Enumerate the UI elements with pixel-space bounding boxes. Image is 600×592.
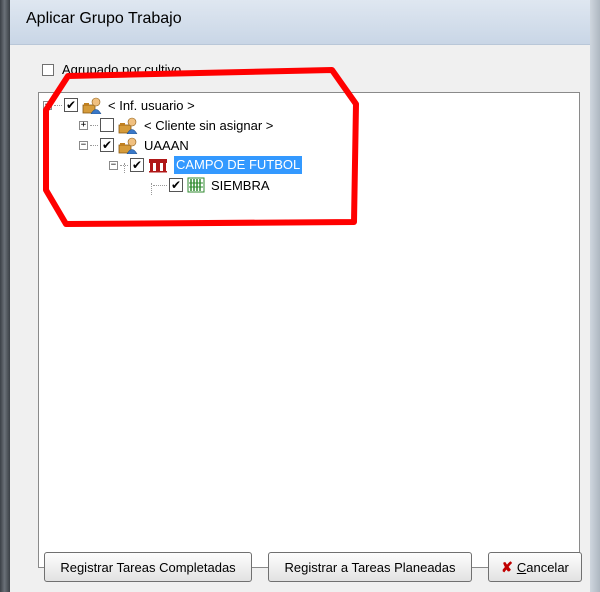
tree-node-label: < Inf. usuario > bbox=[108, 97, 195, 113]
collapse-toggle[interactable]: − bbox=[79, 140, 88, 150]
node-checkbox[interactable]: ✔ bbox=[130, 158, 144, 172]
collapse-toggle[interactable]: − bbox=[43, 100, 52, 110]
user-icon bbox=[82, 97, 102, 114]
background-strip-right bbox=[590, 0, 600, 592]
cancel-label: Cancelar bbox=[516, 559, 569, 575]
group-by-crop-checkbox[interactable]: Agrupado por cultivo bbox=[42, 62, 181, 77]
node-checkbox[interactable] bbox=[100, 118, 114, 132]
tree-node-campo-de-futbol[interactable]: − ✔ CAMPO DE FUTBOL bbox=[109, 155, 303, 175]
background-strip-left bbox=[0, 0, 10, 592]
user-icon bbox=[118, 117, 138, 134]
tree-view[interactable]: − ✔ < Inf. usuario > + < Cliente sin asi… bbox=[38, 92, 580, 568]
register-planned-tasks-button[interactable]: Registrar a Tareas Planeadas bbox=[268, 552, 472, 582]
window-title: Aplicar Grupo Trabajo bbox=[26, 10, 182, 27]
node-checkbox[interactable]: ✔ bbox=[100, 138, 114, 152]
tree-node-cliente-sin-asignar[interactable]: + < Cliente sin asignar > bbox=[79, 115, 273, 135]
expand-toggle[interactable]: + bbox=[79, 120, 88, 130]
title-bar: Aplicar Grupo Trabajo bbox=[10, 0, 590, 45]
user-icon bbox=[118, 137, 138, 154]
collapse-toggle[interactable]: − bbox=[109, 160, 118, 170]
tree-node-label: SIEMBRA bbox=[211, 177, 270, 193]
tree-node-inf-usuario[interactable]: − ✔ < Inf. usuario > bbox=[43, 95, 195, 115]
tree-node-siembra[interactable]: ✔ SIEMBRA bbox=[151, 175, 270, 195]
group-by-crop-label: Agrupado por cultivo bbox=[62, 62, 182, 77]
tree-connector bbox=[47, 113, 48, 153]
tree-node-uaaan[interactable]: − ✔ UAAAN bbox=[79, 135, 189, 155]
register-completed-tasks-button[interactable]: Registrar Tareas Completadas bbox=[44, 552, 252, 582]
cancel-button[interactable]: ✘ Cancelar bbox=[488, 552, 582, 582]
group-by-crop-checkbox-box[interactable] bbox=[42, 63, 54, 76]
crop-icon bbox=[187, 177, 205, 193]
close-icon: ✘ bbox=[501, 558, 513, 575]
node-checkbox[interactable]: ✔ bbox=[64, 98, 78, 112]
field-icon bbox=[149, 159, 167, 173]
tree-node-label: < Cliente sin asignar > bbox=[144, 117, 274, 133]
node-checkbox[interactable]: ✔ bbox=[169, 178, 183, 192]
tree-node-label-selected: CAMPO DE FUTBOL bbox=[174, 156, 303, 174]
tree-node-label: UAAAN bbox=[144, 137, 189, 153]
dialog-window: Aplicar Grupo Trabajo Agrupado por culti… bbox=[10, 0, 590, 592]
